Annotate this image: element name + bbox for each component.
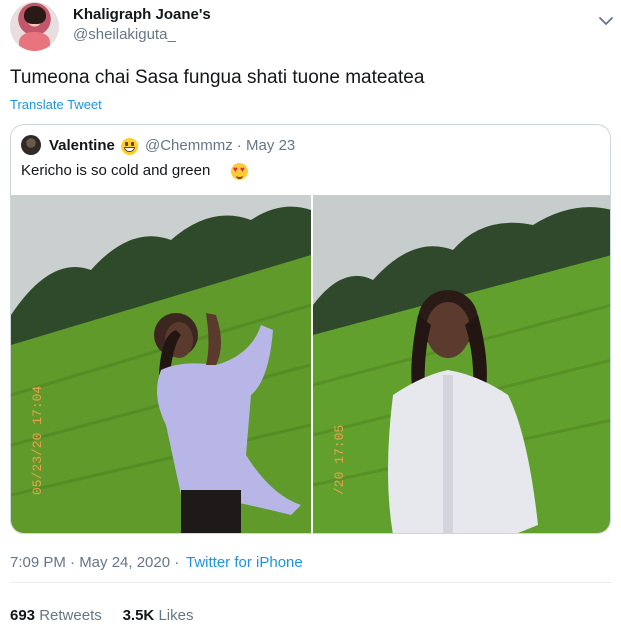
photo-woman-tea-field-1: 05/23/20 17:04 (11, 195, 311, 533)
photo-date-overlay: 05/23/20 17:04 (30, 386, 45, 495)
translate-tweet-link[interactable]: Translate Tweet (10, 97, 102, 112)
avatar-hair (24, 6, 46, 24)
quoted-author-handle-date[interactable]: @Chemmmz · May 23 (145, 137, 295, 154)
quoted-tweet[interactable]: Valentine @Chemmmz · May 23 Kericho is s… (10, 124, 611, 534)
author-handle[interactable]: @sheilakiguta_ (73, 26, 176, 43)
quoted-author-name[interactable]: Valentine (49, 137, 115, 154)
likes-label: Likes (158, 607, 194, 624)
quoted-photo-2[interactable]: /20 17:05 (313, 195, 610, 533)
retweets-count: 693 (10, 607, 36, 624)
chevron-down-icon[interactable] (597, 12, 615, 30)
likes-count: 3.5K (122, 607, 155, 624)
photo-date-overlay: /20 17:05 (332, 425, 347, 495)
retweets-stat[interactable]: 693 Retweets (10, 607, 102, 624)
quoted-author-avatar[interactable] (21, 135, 41, 155)
tweet-text: Tumeona chai Sasa fungua shati tuone mat… (10, 67, 425, 88)
heart-eyes-icon: ♥ ♥ (231, 163, 248, 180)
likes-stat[interactable]: 3.5K Likes (123, 607, 194, 624)
tweet-stats: 693 Retweets 3.5K Likes (10, 607, 193, 624)
tweet-source-link[interactable]: Twitter for iPhone (186, 554, 303, 571)
quoted-photo-1[interactable]: 05/23/20 17:04 (11, 195, 311, 533)
divider (10, 582, 611, 583)
quoted-tweet-text: Kericho is so cold and green (21, 162, 211, 179)
grinning-face-icon (121, 138, 138, 155)
retweets-label: Retweets (39, 607, 102, 624)
author-display-name[interactable]: Khaligraph Joane's (73, 6, 211, 23)
tweet-timestamp[interactable]: 7:09 PM · May 24, 2020 · (10, 554, 179, 571)
photo-woman-tea-field-2: /20 17:05 (313, 195, 610, 533)
avatar-body (19, 32, 50, 51)
author-avatar[interactable] (10, 2, 59, 51)
